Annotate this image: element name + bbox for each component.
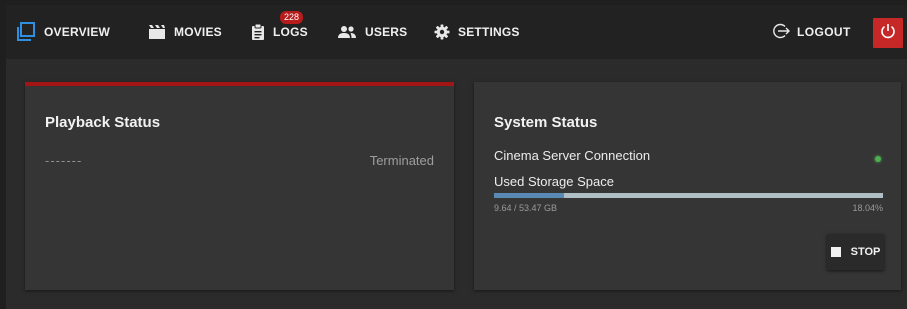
- clapperboard-icon: [148, 24, 166, 40]
- nav-users[interactable]: USERS: [337, 22, 407, 42]
- playback-status-card: Playback Status ------- Terminated: [25, 82, 454, 290]
- playback-state: Terminated: [369, 153, 434, 168]
- storage-progress-bar: [494, 193, 883, 198]
- stop-label: STOP: [850, 246, 881, 258]
- storage-used-text: 9.64 / 53.47 GB: [494, 203, 558, 213]
- nav-settings-label: SETTINGS: [458, 25, 520, 39]
- overview-icon: [16, 22, 36, 42]
- nav-movies-label: MOVIES: [174, 25, 222, 39]
- logs-count-badge: 228: [280, 11, 304, 24]
- stop-button[interactable]: STOP: [827, 234, 884, 270]
- playback-placeholder: -------: [45, 153, 83, 168]
- stop-icon: [830, 247, 841, 257]
- power-button[interactable]: [873, 18, 903, 48]
- system-status-card: System Status Cinema Server Connection U…: [474, 82, 901, 290]
- gear-icon: [434, 24, 450, 40]
- app-frame: OVERVIEW MOVIES LOGS 228 USERS SETTINGS …: [6, 5, 907, 309]
- nav-logs-label: LOGS: [273, 25, 308, 39]
- server-connection-label: Cinema Server Connection: [494, 148, 651, 163]
- storage-progress-fill: [494, 193, 565, 198]
- nav-overview-label: OVERVIEW: [44, 25, 111, 39]
- system-status-title: System Status: [494, 114, 598, 131]
- nav-overview[interactable]: OVERVIEW: [16, 22, 110, 42]
- logout-icon: [772, 22, 790, 43]
- storage-percent-text: 18.04%: [852, 203, 883, 213]
- nav-movies[interactable]: MOVIES: [148, 22, 222, 42]
- users-icon: [337, 25, 357, 39]
- nav-logs[interactable]: LOGS: [251, 22, 308, 42]
- logout-label: LOGOUT: [797, 25, 851, 39]
- nav-settings[interactable]: SETTINGS: [434, 22, 520, 42]
- clipboard-icon: [251, 23, 265, 41]
- playback-status-title: Playback Status: [45, 114, 161, 131]
- storage-label: Used Storage Space: [494, 174, 614, 189]
- nav-users-label: USERS: [365, 25, 408, 39]
- power-icon: [880, 23, 896, 44]
- top-navbar: OVERVIEW MOVIES LOGS 228 USERS SETTINGS …: [6, 5, 907, 59]
- logout-button[interactable]: LOGOUT: [772, 22, 851, 42]
- connection-status-indicator: [875, 156, 881, 162]
